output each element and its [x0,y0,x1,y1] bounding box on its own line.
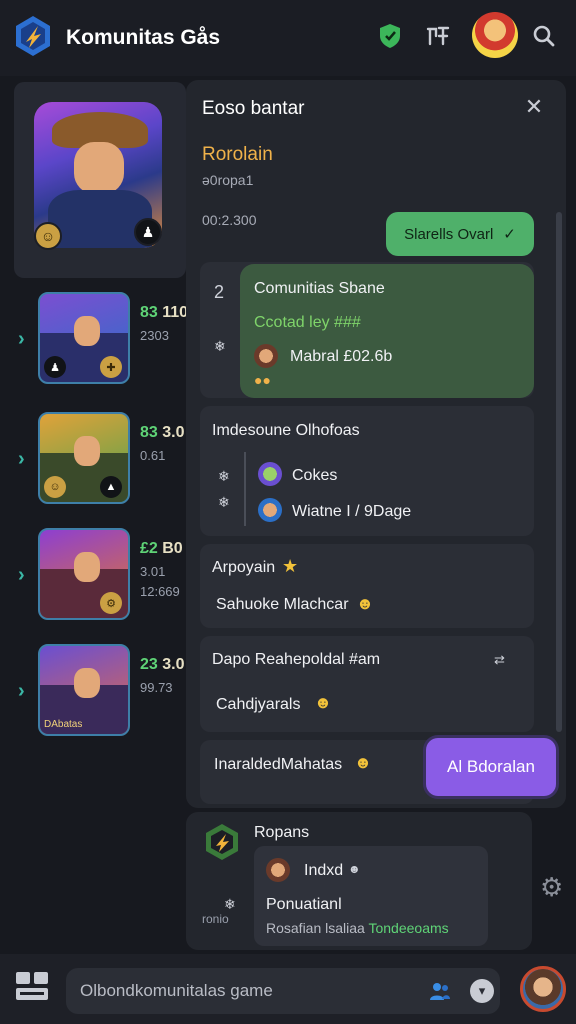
list-thumb: ⚙ [38,528,130,620]
thumb-badge-icon: ⚙ [100,592,122,614]
side-label: ronio [202,912,229,926]
star-icon: ★ [282,556,299,576]
panel-role: Rorolain [202,144,273,165]
list-item[interactable]: › ♟ ✚ 83 110 2303 [0,292,190,388]
chevron-down-icon[interactable]: ▾ [470,979,494,1003]
close-icon[interactable]: ✕ [522,96,546,120]
card-title: InaraldedMahatas [214,756,343,773]
chevron-right-icon: › [18,680,25,702]
snow-icon: ❄ [214,338,226,354]
list-thumb: DAbatas [38,644,130,736]
status-button-label: Slarells Ovarl [404,225,494,243]
status-button[interactable]: Slarells Ovarl ✓ [386,212,534,256]
card-title: Arpoyain [212,559,276,576]
panel-scrollbar[interactable] [556,212,562,732]
list-score: 83 3.0 [140,424,185,441]
menu-grid-icon[interactable] [14,968,50,1004]
nested-line-2: Rosafian lsaliaa Tondeeoams [266,920,449,936]
message-input[interactable] [80,968,420,1014]
rank-icon[interactable] [424,22,452,50]
ai-action-button[interactable]: Al Bdoralan [426,738,556,796]
panel-title: Eoso bantar [202,98,305,119]
avatar [266,858,290,882]
emoji-icon: ☻ [354,753,372,772]
list-score: 23 3.0 [140,656,185,673]
chevron-right-icon: › [18,564,25,586]
profile-card[interactable]: ☺ ♟ [14,82,186,278]
avatar [254,344,278,368]
list-sub: 2303 [140,328,169,343]
users-icon[interactable] [428,979,452,1003]
left-column: ☺ ♟ › ♟ ✚ 83 110 2303 › ☺ ▲ 83 3.0 0.61 … [0,76,190,954]
game-logo-icon [206,824,238,860]
list-item[interactable]: › DAbatas 23 3.0 99.73 [0,644,190,740]
reply-icon[interactable]: ⇄ [494,652,505,668]
nested-line: Ponuatianl [266,896,342,913]
header-avatar[interactable] [472,12,518,58]
composer: ▾ [66,968,500,1014]
thumb-badge-icon: ✚ [100,356,122,378]
card-body: Cahdjyarals [216,696,301,713]
list-sub-2: 12:669 [140,584,180,599]
bottom-card-title: Ropans [254,824,310,841]
thumb-tag: DAbatas [44,719,83,730]
snow-icon: ❄ [224,896,236,912]
coin-icon: ●● [254,372,271,388]
list-sub: 99.73 [140,680,173,695]
profile-badge-icon: ☺ [34,222,62,250]
emoji-icon: ☻ [348,862,361,876]
avatar [258,498,282,522]
thumb-badge-icon: ▲ [100,476,122,498]
card-row: Cokes [292,467,338,484]
chevron-right-icon: › [18,328,25,350]
list-thumb: ☺ ▲ [38,412,130,504]
face-shape [74,142,124,194]
card-title: Imdesoune Olhofoas [212,422,360,439]
card-row: Wiatne I / 9Dage [292,503,412,520]
nested-user: Indxd [304,862,344,879]
card-subtitle: Ccotad ley ### [254,314,361,331]
card-message[interactable] [200,544,534,628]
thumb-badge-icon: ☺ [44,476,66,498]
app-logo[interactable] [14,14,52,58]
list-item[interactable]: › ⚙ £2 B0 3.01 12:669 [0,528,190,624]
search-icon[interactable] [530,22,558,50]
profile-rank-icon: ♟ [134,218,162,246]
app-title: Komunitas Gås [66,26,221,49]
emoji-icon: ☻ [314,693,332,712]
panel-time: 00:2.300 [202,212,257,228]
list-sub: 3.01 [140,564,166,579]
panel-meta: ǝ0ropa1 [202,172,254,188]
emoji-icon: ☻ [356,594,374,613]
card-user: Mabral £02.6b [290,348,393,365]
gear-icon[interactable]: ⚙ [540,872,563,903]
list-item[interactable]: › ☺ ▲ 83 3.0 0.61 [0,412,190,508]
list-score: £2 B0 [140,540,183,557]
snow-icon: ❄ [218,494,230,510]
card-title: Comunitias Sbane [254,280,385,297]
user-avatar[interactable] [520,966,566,1012]
phone-icon: 2 [214,282,225,302]
thumb-badge-icon: ♟ [44,356,66,378]
list-score: 83 110 [140,304,189,321]
list-thumb: ♟ ✚ [38,292,130,384]
check-icon: ✓ [503,226,516,243]
card-body: Sahuoke Mlachcar [216,596,349,613]
avatar [258,462,282,486]
snow-icon: ❄ [218,468,230,484]
list-sub: 0.61 [140,448,166,463]
card-title: Dapo Reahepoldal #am [212,651,381,668]
shield-icon[interactable] [376,22,404,50]
chevron-right-icon: › [18,448,25,470]
thread-line [244,452,246,526]
